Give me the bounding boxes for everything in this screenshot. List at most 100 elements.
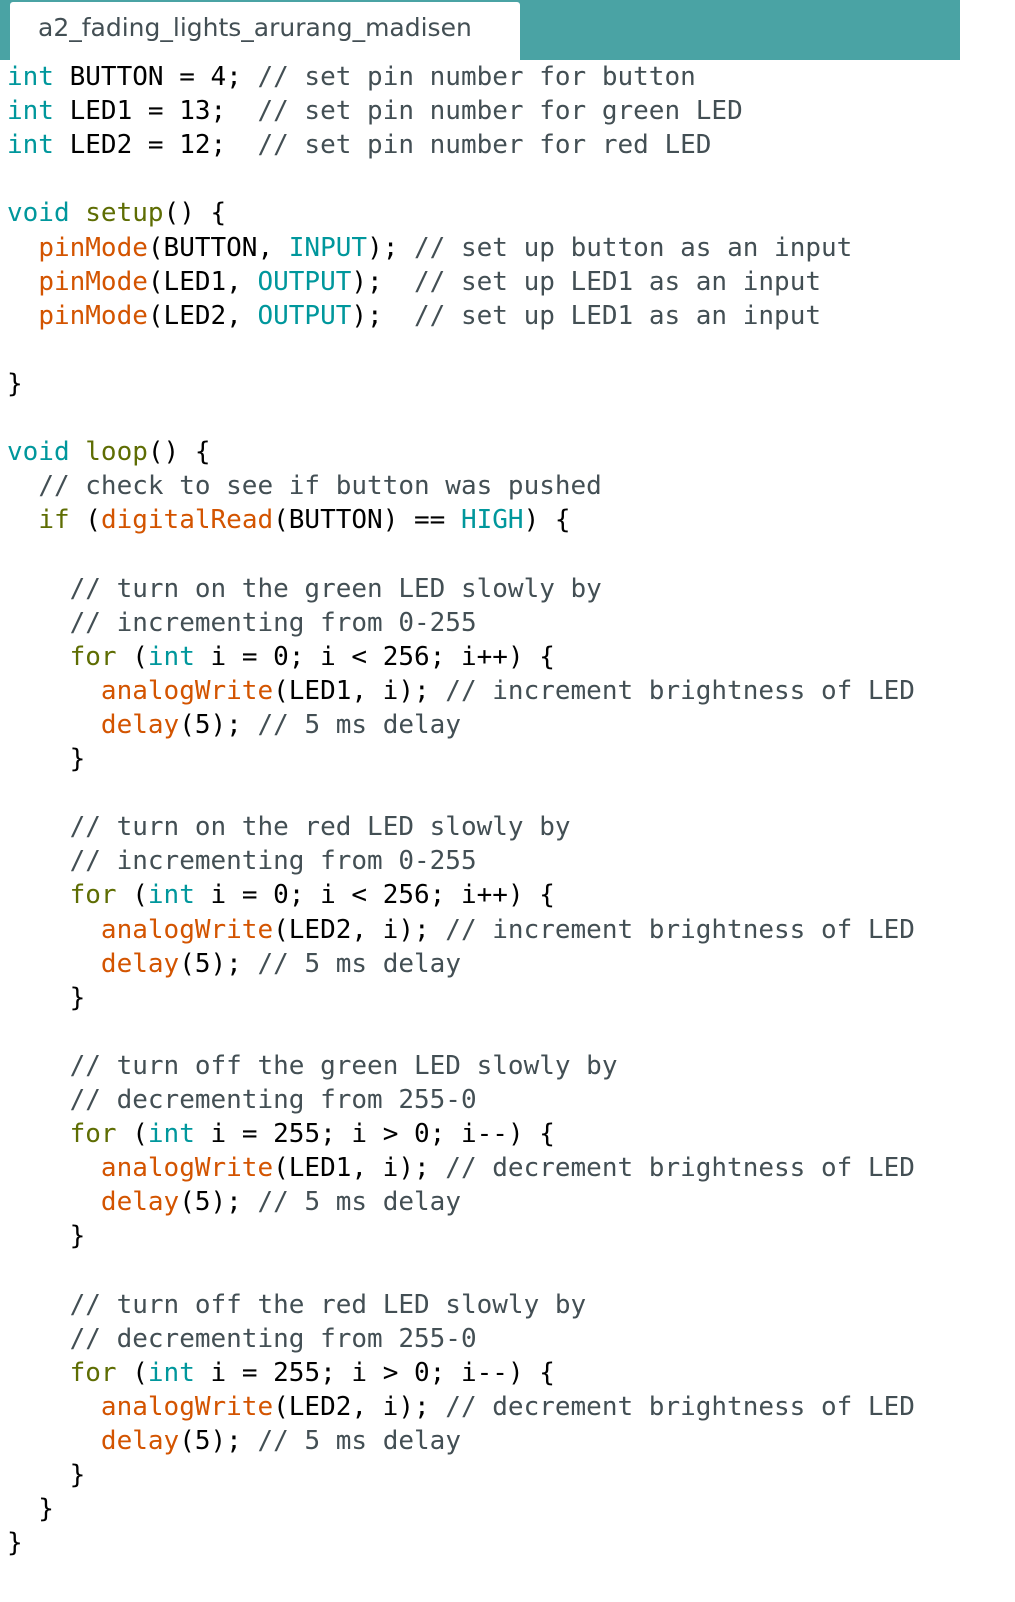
sketch-tab[interactable]: a2_fading_lights_arurang_madisen: [10, 2, 520, 60]
code-line: }: [7, 367, 23, 401]
code-token-type: int: [7, 96, 54, 127]
code-token-plain: (5);: [179, 1187, 258, 1218]
code-token-plain: (LED1,: [147, 266, 258, 297]
code-token-type: int: [147, 880, 195, 911]
code-line: // decrementing from 255-0: [7, 1083, 477, 1117]
code-token-func: delay: [100, 709, 180, 740]
code-line: // turn on the green LED slowly by: [7, 572, 602, 606]
code-line: delay(5); // 5 ms delay: [7, 1185, 461, 1219]
code-token-func: analogWrite: [100, 1153, 274, 1184]
code-token-const: HIGH: [460, 505, 524, 536]
code-token-comment: // incrementing from 0-255: [69, 607, 477, 638]
code-token-plain: (: [116, 641, 148, 672]
code-token-const: OUTPUT: [257, 266, 352, 297]
code-token-type: void: [7, 437, 70, 468]
code-token-comment: // increment brightness of LED: [445, 675, 915, 706]
code-token-func: delay: [100, 948, 180, 979]
code-token-func: analogWrite: [100, 1391, 274, 1422]
code-token-comment: // set up button as an input: [414, 232, 853, 263]
code-token-comment: // turn off the green LED slowly by: [69, 1050, 618, 1081]
code-token-comment: // turn on the green LED slowly by: [69, 573, 602, 604]
code-line: analogWrite(LED1, i); // increment brigh…: [7, 674, 915, 708]
code-token-comment: // 5 ms delay: [257, 1187, 461, 1218]
code-token-func: delay: [100, 1187, 180, 1218]
code-token-func: analogWrite: [100, 914, 274, 945]
code-line: for (int i = 0; i < 256; i++) {: [7, 878, 555, 912]
code-token-plain: (: [116, 1119, 148, 1150]
code-line: int LED1 = 13; // set pin number for gre…: [7, 94, 743, 128]
code-token-plain: ) {: [523, 505, 571, 536]
code-line: }: [7, 1219, 86, 1253]
code-line: int BUTTON = 4; // set pin number for bu…: [7, 60, 696, 94]
code-token-type: int: [147, 1357, 195, 1388]
code-token-comment: // set up LED1 as an input: [414, 300, 822, 331]
code-token-comment: // decrement brightness of LED: [445, 1153, 915, 1184]
code-token-func: delay: [100, 1426, 180, 1456]
code-token-plain: (5);: [179, 709, 258, 740]
code-line: for (int i = 255; i > 0; i--) {: [7, 1117, 555, 1151]
code-token-plain: }: [7, 1460, 86, 1491]
code-line: }: [7, 1458, 86, 1492]
code-token-plain: (BUTTON,: [147, 232, 289, 263]
code-line: // decrementing from 255-0: [7, 1322, 477, 1356]
code-line: analogWrite(LED1, i); // decrement brigh…: [7, 1151, 915, 1185]
code-line: // incrementing from 0-255: [7, 606, 477, 640]
code-token-comment: // set pin number for red LED: [257, 130, 712, 161]
code-token-kw: loop: [85, 437, 148, 468]
code-token-plain: }: [7, 744, 86, 774]
code-line: delay(5); // 5 ms delay: [7, 708, 461, 742]
code-line: delay(5); // 5 ms delay: [7, 947, 461, 981]
code-token-comment: // increment brightness of LED: [445, 914, 915, 945]
code-token-type: int: [7, 62, 54, 92]
code-line: // check to see if button was pushed: [7, 469, 602, 503]
code-token-func: pinMode: [38, 266, 148, 297]
code-token-plain: }: [7, 1221, 86, 1252]
code-token-type: void: [7, 198, 70, 229]
code-token-plain: }: [7, 1528, 23, 1559]
code-token-type: int: [7, 130, 54, 161]
code-editor[interactable]: int BUTTON = 4; // set pin number for bu…: [0, 60, 1015, 1602]
code-line: // turn off the red LED slowly by: [7, 1288, 587, 1322]
code-token-plain: (: [69, 505, 101, 536]
code-token-plain: (5);: [179, 1426, 258, 1456]
code-token-plain: );: [351, 266, 415, 297]
code-token-plain: i = 255; i > 0; i--) {: [194, 1357, 555, 1388]
code-token-comment: // turn on the red LED slowly by: [69, 812, 571, 843]
code-token-const: INPUT: [288, 232, 368, 263]
code-token-plain: (LED2, i);: [273, 1391, 446, 1422]
code-token-kw: for: [69, 1119, 117, 1150]
code-token-comment: // set pin number for button: [257, 62, 696, 92]
code-line: if (digitalRead(BUTTON) == HIGH) {: [7, 503, 571, 537]
code-token-plain: }: [7, 1494, 54, 1525]
code-token-plain: LED2 = 12;: [53, 130, 258, 161]
code-token-plain: (: [116, 880, 148, 911]
code-token-comment: // decrementing from 255-0: [69, 1085, 477, 1115]
code-line: pinMode(LED2, OUTPUT); // set up LED1 as…: [7, 299, 821, 333]
code-token-const: OUTPUT: [257, 300, 352, 331]
code-line: }: [7, 1492, 54, 1526]
code-token-plain: }: [7, 368, 23, 399]
code-token-plain: () {: [163, 198, 227, 229]
code-token-func: analogWrite: [100, 675, 274, 706]
code-token-comment: // turn off the red LED slowly by: [69, 1289, 587, 1320]
code-token-plain: i = 0; i < 256; i++) {: [194, 641, 555, 672]
code-token-type: int: [147, 1119, 195, 1150]
